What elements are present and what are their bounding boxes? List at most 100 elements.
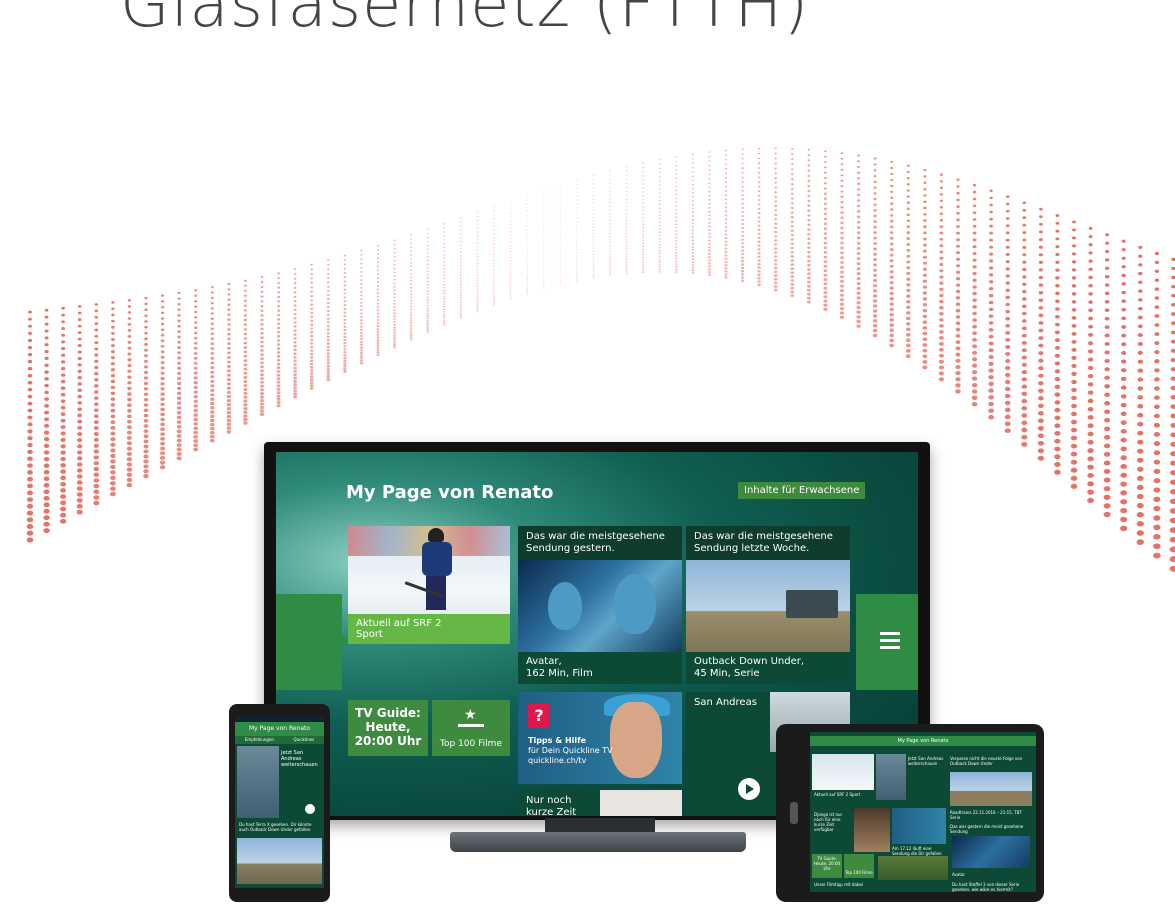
wave-dot [343,325,347,328]
tile-tipps-hilfe[interactable]: ? Tipps & Hilfe für Dein Quickline TV qu… [518,692,682,784]
wave-dot [293,376,297,380]
wave-dot [44,363,49,367]
wave-dot [840,279,844,283]
wave-dot [409,327,413,330]
wave-dot [526,268,528,270]
wave-dot [543,230,545,232]
wave-dot [326,364,331,368]
wave-dot [509,265,512,268]
wave-dot [774,200,778,203]
wave-dot [592,248,595,250]
wave-dot [126,462,133,467]
wave-dot [293,312,297,316]
wave-dot [293,291,297,294]
wave-dot [955,289,961,294]
wave-dot [625,229,628,232]
wave-dot [724,202,728,205]
tile-nur-kurze-zeit[interactable]: Nur noch kurze Zeit [518,790,682,816]
wave-dot [376,288,380,291]
wave-dot [276,384,281,388]
wave-dot [243,391,248,395]
nav-left-panel[interactable] [276,594,348,690]
wave-dot [576,195,578,197]
wave-dot [642,261,645,264]
tablet-django-image[interactable] [854,808,890,852]
wave-dot [559,250,561,252]
wave-dot [922,267,927,271]
wave-dot [476,274,479,276]
wave-dot [459,274,462,277]
wave-dot [790,242,794,246]
wave-dot [576,260,578,262]
wave-dot [210,302,214,305]
outback-image[interactable] [237,838,322,884]
wave-dot [922,297,928,301]
home-button[interactable] [790,802,798,824]
wave-dot [177,324,181,328]
tablet-tipps-image[interactable] [892,808,946,844]
tile-live-sport[interactable]: Aktuell auf SRF 2 Sport [348,526,510,644]
wave-dot [840,231,844,235]
tile-outback[interactable]: Das war die meistgesehene Sendung letzte… [686,526,850,684]
menu-button[interactable] [856,594,918,690]
tile-tv-guide[interactable]: TV Guide: Heute, 20:00 Uhr [348,700,428,756]
wave-dot [856,319,861,324]
wave-dot [741,252,745,256]
tab-empfehlungen[interactable]: Empfehlungen [245,736,274,744]
wave-dot [955,264,961,268]
san-andreas-image[interactable] [237,746,279,818]
tile-avatar[interactable]: Das war die meistgesehene Sendung gester… [518,526,682,684]
wave-dot [922,359,928,364]
play-icon[interactable] [738,778,760,800]
wave-dot [872,309,878,313]
hockey-player-image [404,528,456,614]
face-image [610,702,662,778]
wave-dot [873,236,877,240]
wave-dot [872,299,878,303]
wave-dot [360,305,363,308]
wave-dot [77,305,82,308]
wave-dot [1138,289,1143,293]
wave-dot [543,260,545,263]
wave-dot [60,463,66,468]
wave-dot [426,312,429,315]
tablet-bike-image[interactable] [878,856,948,880]
wave-dot [642,239,645,242]
wave-dot [1170,479,1175,485]
wave-dot [126,419,132,424]
wave-dot [493,225,495,227]
wave-dot [160,451,166,456]
wave-dot [707,265,711,268]
wave-dot [923,219,927,222]
tablet-outback-image[interactable] [950,772,1032,806]
adult-content-button[interactable]: Inhalte für Erwachsene [738,482,866,499]
tablet-avatar-image[interactable] [952,836,1030,868]
wave-dot [310,290,314,293]
wave-dot [939,250,944,254]
tablet-tile-sport[interactable] [812,754,874,790]
wave-dot [94,322,99,326]
wave-dot [77,425,83,430]
tablet-san-andreas-image[interactable] [876,754,906,800]
wave-dot [509,204,512,206]
wave-dot [774,230,778,234]
wave-dot [177,302,181,306]
wave-dot [724,254,728,257]
wave-dot [310,311,314,314]
tab-quicklines[interactable]: Quicklines [294,736,315,744]
play-icon[interactable] [305,804,315,814]
wave-dot [443,242,446,245]
wave-dot [260,384,264,388]
wave-dot [625,223,628,225]
wave-dot [127,403,132,407]
wave-dot [61,306,65,310]
wave-dot [938,347,944,352]
wave-dot [592,268,595,270]
wave-dot [426,317,429,320]
wave-dot [972,344,978,349]
wave-dot [576,254,578,256]
wave-dot [61,327,66,330]
wave-dot [741,180,744,183]
wave-dot [243,383,248,388]
tile-top-100[interactable]: ★ Top 100 Filme [432,700,510,756]
